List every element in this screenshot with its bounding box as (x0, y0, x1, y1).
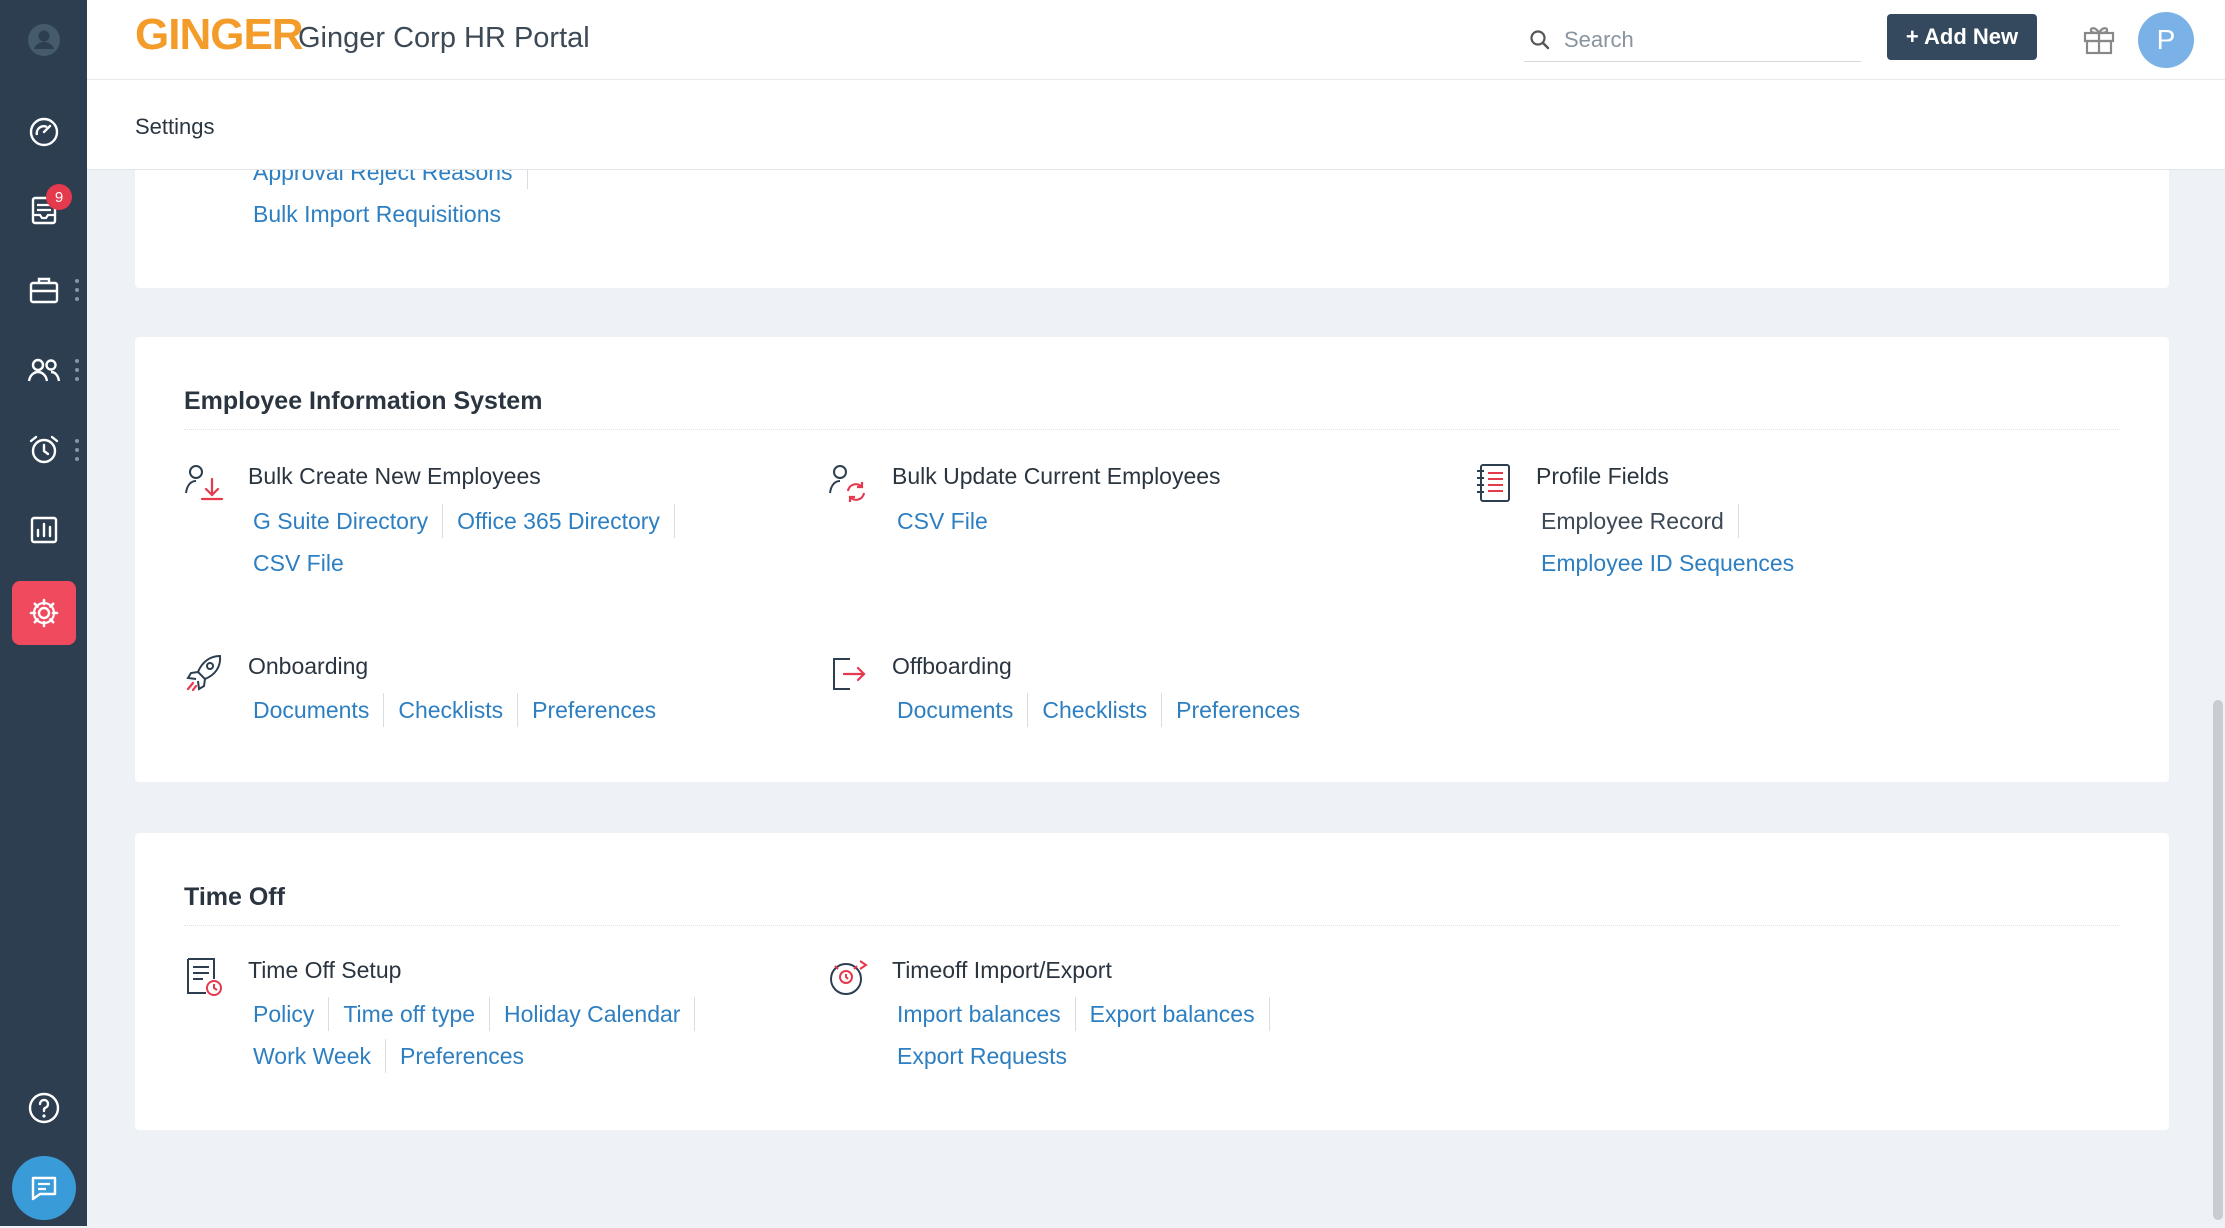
sidebar: 9 (0, 0, 87, 1226)
employee-information-system-card: Employee Information System Bulk Create … (135, 337, 2169, 782)
sidebar-profile[interactable] (0, 0, 87, 80)
profile-fields-title: Profile Fields (1536, 463, 1669, 489)
office-365-directory-link[interactable]: Office 365 Directory (443, 504, 675, 538)
add-new-button[interactable]: + Add New (1887, 14, 2037, 60)
employee-record-link[interactable]: Employee Record (1541, 504, 1739, 538)
profile-fields-links-row2: Employee ID Sequences (1541, 546, 1808, 580)
time-off-type-link[interactable]: Time off type (329, 997, 491, 1031)
search-input[interactable] (1564, 26, 1844, 53)
work-week-link[interactable]: Work Week (253, 1039, 387, 1073)
search-icon (1530, 29, 1550, 49)
gift-icon[interactable] (2079, 18, 2119, 58)
section-divider (184, 429, 2120, 430)
exit-door-icon (833, 658, 866, 690)
sidebar-item-dashboard[interactable] (0, 92, 87, 172)
ginger-logo[interactable]: GINGER (135, 10, 304, 60)
sidebar-item-timeoff[interactable] (0, 410, 87, 490)
chat-launcher[interactable] (11, 1156, 76, 1220)
bulk-update-links-row1: CSV File (897, 504, 1002, 538)
bulk-create-csv-file-link[interactable]: CSV File (253, 546, 358, 580)
onboarding-title: Onboarding (248, 653, 369, 679)
settings-active-indicator (11, 581, 76, 645)
onboarding-documents-link[interactable]: Documents (253, 693, 385, 727)
g-suite-directory-link[interactable]: G Suite Directory (253, 504, 444, 538)
offboarding-checklists-link[interactable]: Checklists (1028, 693, 1163, 727)
sidebar-item-inbox[interactable]: 9 (0, 170, 87, 250)
bulk-update-csv-file-link[interactable]: CSV File (897, 504, 1002, 538)
alarm-clock-icon (29, 435, 58, 464)
profile-fields-links-row1: Employee Record (1541, 504, 1739, 538)
export-requests-link[interactable]: Export Requests (897, 1039, 1081, 1073)
time-off-preferences-link[interactable]: Preferences (386, 1039, 538, 1073)
time-off-setup-links-row1: Policy Time off type Holiday Calendar (253, 997, 696, 1031)
sidebar-item-people[interactable] (0, 330, 87, 410)
bulk-create-links-row1: G Suite Directory Office 365 Directory (253, 504, 675, 538)
requisitions-links-row2: Bulk Import Requisitions (253, 197, 515, 231)
onboarding-links: Documents Checklists Preferences (253, 693, 670, 727)
import-export-links-row2: Export Requests (897, 1039, 1081, 1073)
gear-icon (29, 598, 58, 628)
page-title: Settings (135, 114, 215, 139)
notification-badge: 9 (46, 184, 72, 210)
search-box[interactable] (1524, 18, 1861, 62)
page-subheader: Settings (87, 80, 2225, 170)
help-icon (28, 1092, 59, 1124)
briefcase-icon (29, 277, 58, 304)
time-off-card: Time Off Time Off Setup Policy Time off … (135, 833, 2169, 1130)
dashboard-gauge-icon (29, 117, 58, 147)
bulk-create-title: Bulk Create New Employees (248, 463, 541, 489)
sidebar-item-settings[interactable] (0, 573, 87, 653)
bulk-update-title: Bulk Update Current Employees (892, 463, 1221, 489)
sidebar-item-chat[interactable] (0, 1148, 87, 1228)
section-divider (184, 925, 2120, 926)
chat-icon (31, 1176, 56, 1201)
policy-link[interactable]: Policy (253, 997, 330, 1031)
bulk-import-requisitions-link[interactable]: Bulk Import Requisitions (253, 197, 515, 231)
more-vertical-icon[interactable] (75, 359, 79, 381)
user-download-icon (185, 465, 224, 501)
people-icon (27, 358, 60, 382)
offboarding-documents-link[interactable]: Documents (897, 693, 1029, 727)
notebook-icon (1477, 464, 1510, 502)
top-header: GINGER Ginger Corp HR Portal + Add New P (87, 0, 2225, 80)
more-vertical-icon[interactable] (75, 439, 79, 461)
section-title: Time Off (184, 883, 285, 911)
user-circle-icon (27, 24, 60, 56)
bar-chart-icon (30, 516, 57, 544)
sidebar-item-jobs[interactable] (0, 250, 87, 330)
offboarding-links: Documents Checklists Preferences (897, 693, 1314, 727)
avatar[interactable]: P (2138, 12, 2194, 68)
holiday-calendar-link[interactable]: Holiday Calendar (490, 997, 696, 1031)
section-title: Employee Information System (184, 387, 543, 415)
onboarding-checklists-link[interactable]: Checklists (384, 693, 519, 727)
more-vertical-icon[interactable] (75, 279, 79, 301)
offboarding-preferences-link[interactable]: Preferences (1162, 693, 1314, 727)
sidebar-item-help[interactable] (0, 1068, 87, 1148)
bulk-create-links-row2: CSV File (253, 546, 358, 580)
offboarding-title: Offboarding (892, 653, 1012, 679)
import-export-links-row1: Import balances Export balances (897, 997, 1270, 1031)
import-balances-link[interactable]: Import balances (897, 997, 1076, 1031)
employee-id-sequences-link[interactable]: Employee ID Sequences (1541, 546, 1808, 580)
page-scrollbar[interactable] (2213, 700, 2223, 1220)
time-off-setup-links-row2: Work Week Preferences (253, 1039, 538, 1073)
rocket-icon (186, 654, 222, 692)
time-off-setup-title: Time Off Setup (248, 957, 402, 983)
alarm-import-icon (830, 960, 868, 995)
document-clock-icon (187, 958, 222, 996)
portal-title: Ginger Corp HR Portal (298, 22, 590, 54)
onboarding-preferences-link[interactable]: Preferences (518, 693, 670, 727)
sidebar-item-reports[interactable] (0, 490, 87, 570)
user-refresh-icon (829, 465, 866, 502)
timeoff-import-export-title: Timeoff Import/Export (892, 957, 1112, 983)
export-balances-link[interactable]: Export balances (1076, 997, 1270, 1031)
